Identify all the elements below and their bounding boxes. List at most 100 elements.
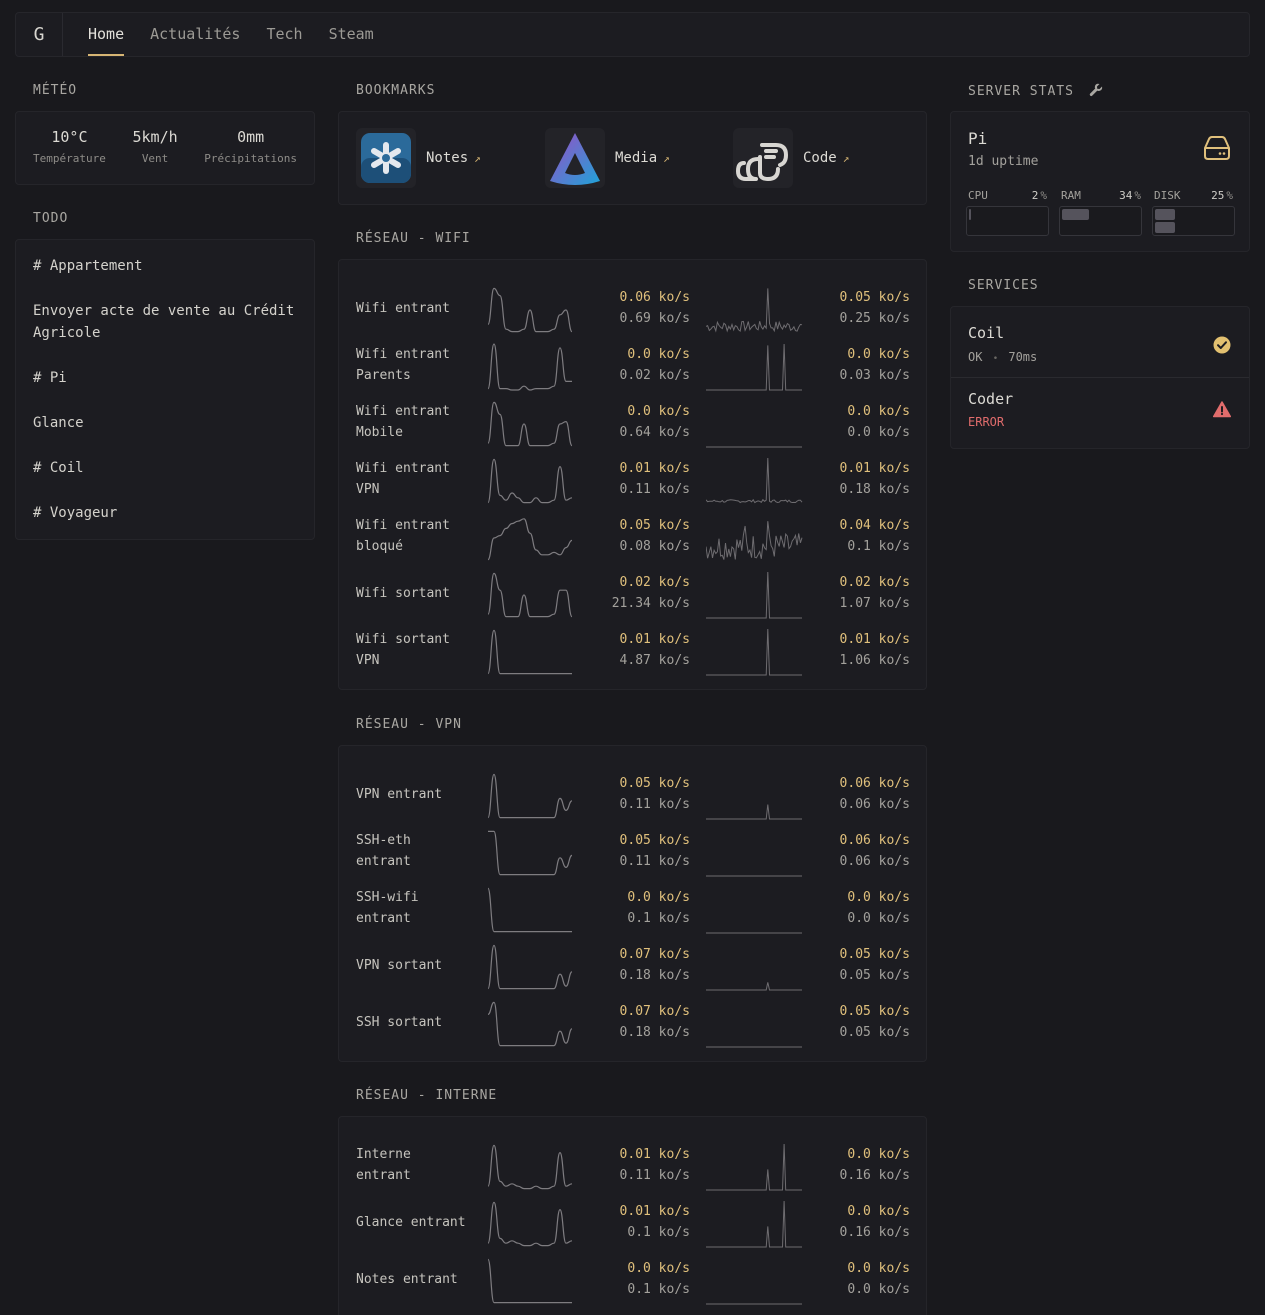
interface-name: Notes entrant	[356, 1272, 458, 1287]
tx-secondary-rate: 0.06 ko/s	[839, 797, 910, 812]
check-circle-icon	[1213, 336, 1231, 358]
tx-secondary-rate: 0.03 ko/s	[839, 368, 910, 383]
todo-line[interactable]: # Pi	[33, 367, 67, 389]
service-coil[interactable]: Coil OK • 70ms	[951, 307, 1249, 378]
service-coder[interactable]: Coder ERROR	[951, 378, 1249, 448]
rx-sparkline	[488, 458, 573, 504]
interface-label: Wifi sortant VPN	[356, 629, 450, 671]
network-row[interactable]: VPN sortant 0.07 ko/s 0.18 ko/s 0.05 ko/s 0.…	[339, 938, 927, 995]
network-row[interactable]: SSH sortant 0.07 ko/s 0.18 ko/s 0.05 ko/s 0.…	[339, 995, 927, 1052]
todo-line[interactable]: Glance	[33, 412, 84, 434]
network-row[interactable]: Glance entrant 0.01 ko/s 0.1 ko/s 0.0 ko/s 0…	[339, 1195, 927, 1252]
todo-card[interactable]: # Appartement Envoyer acte de vente au C…	[15, 239, 315, 540]
tx-sparkline-line	[706, 982, 802, 991]
interface-label: Glance entrant	[356, 1212, 466, 1233]
rx-current-rate: 0.02 ko/s	[619, 575, 690, 590]
rx-secondary-rate: 0.18 ko/s	[619, 1025, 690, 1040]
bookmark-media[interactable]: Media ↗	[545, 127, 670, 189]
server-stats-label: SERVER STATS	[968, 84, 1074, 99]
interface-label: Wifi entrant bloqué	[356, 515, 450, 557]
tx-current-rate: 0.0 ko/s	[847, 1204, 910, 1219]
network-row[interactable]: Notes entrant 0.0 ko/s 0.1 ko/s 0.0 ko/s 0.0…	[339, 1252, 927, 1309]
wrench-icon[interactable]	[1089, 83, 1103, 101]
bookmark-notes[interactable]: Notes ↗	[356, 127, 481, 189]
rx-sparkline	[488, 629, 572, 675]
tab-tech[interactable]: Tech	[266, 13, 302, 56]
services-card: Coil OK • 70ms Coder ERROR	[950, 306, 1250, 449]
rx-sparkline-line	[488, 343, 572, 391]
network-row[interactable]: Wifi sortant 0.02 ko/s 21.34 ko/s 0.02 ko/s…	[339, 566, 927, 623]
tx-sparkline-line	[706, 1200, 802, 1248]
service-status: OK	[968, 350, 983, 364]
rx-sparkline-line	[488, 1144, 573, 1190]
rx-current-rate: 0.0 ko/s	[627, 404, 690, 419]
tx-sparkline	[706, 875, 802, 877]
todo-line[interactable]: Envoyer acte de vente au Crédit	[33, 300, 294, 322]
rx-sparkline	[488, 1001, 573, 1047]
interface-name: Wifi entrant	[356, 518, 450, 533]
tx-sparkline	[706, 628, 802, 676]
interface-label: SSH-eth entrant	[356, 830, 411, 872]
network-row[interactable]: Wifi sortant VPN 0.01 ko/s 4.87 ko/s 0.01 ko…	[339, 623, 927, 680]
tx-current-rate: 0.06 ko/s	[839, 776, 910, 791]
rx-secondary-rate: 0.1 ko/s	[627, 1282, 690, 1297]
network-row[interactable]: SSH-wifi entrant 0.0 ko/s 0.1 ko/s 0.0 ko/s 0…	[339, 881, 927, 938]
temperature-value: 10°C	[51, 128, 88, 146]
interface-label: Notes entrant	[356, 1269, 458, 1290]
rx-current-rate: 0.05 ko/s	[619, 776, 690, 791]
tab-steam[interactable]: Steam	[329, 13, 374, 56]
network-row[interactable]: Wifi entrant bloqué 0.05 ko/s 0.08 ko/s 0.04…	[339, 509, 927, 566]
meteo-precipitation: 0mm Précipitations	[204, 128, 297, 165]
logo[interactable]: G	[16, 13, 63, 56]
network-row[interactable]: Wifi entrant Mobile 0.0 ko/s 0.64 ko/s 0.0 k…	[339, 395, 927, 452]
tx-sparkline	[706, 1143, 802, 1191]
rx-sparkline-line	[488, 629, 572, 675]
vpn-card: VPN entrant 0.05 ko/s 0.11 ko/s 0.06 ko/s 0.…	[338, 745, 927, 1062]
interface-name-sub: Parents	[356, 368, 411, 383]
interface-name-sub: entrant	[356, 911, 411, 926]
service-name: Coil	[968, 324, 1005, 342]
tx-secondary-rate: 0.05 ko/s	[839, 1025, 910, 1040]
tx-sparkline	[706, 1200, 802, 1248]
todo-line[interactable]: Agricole	[33, 322, 100, 344]
tx-current-rate: 0.02 ko/s	[839, 575, 910, 590]
interface-name: Interne	[356, 1147, 411, 1162]
wifi-title: RÉSEAU - WIFI	[356, 231, 471, 246]
meteo-wind: 5km/h Vent	[132, 128, 177, 165]
disk-percent: 25%	[1211, 189, 1233, 202]
rx-secondary-rate: 0.18 ko/s	[619, 968, 690, 983]
network-row[interactable]: VPN entrant 0.05 ko/s 0.11 ko/s 0.06 ko/s 0.…	[339, 767, 927, 824]
tab-home[interactable]: Home	[88, 13, 125, 56]
tx-current-rate: 0.01 ko/s	[839, 632, 910, 647]
rx-secondary-rate: 0.1 ko/s	[627, 1225, 690, 1240]
network-row[interactable]: SSH-eth entrant 0.05 ko/s 0.11 ko/s 0.06 ko/…	[339, 824, 927, 881]
rx-sparkline-line	[488, 401, 573, 447]
rx-secondary-rate: 0.11 ko/s	[619, 1168, 690, 1183]
disk-label: DISK	[1154, 189, 1181, 202]
ram-percent: 34%	[1119, 189, 1141, 202]
rx-sparkline-line	[488, 572, 573, 618]
todo-line[interactable]: # Coil	[33, 457, 84, 479]
todo-line[interactable]: # Appartement	[33, 255, 143, 277]
tx-sparkline	[706, 571, 802, 619]
bookmark-label: Media	[615, 150, 658, 166]
interface-name: SSH sortant	[356, 1015, 443, 1030]
rx-sparkline	[488, 572, 573, 618]
tx-secondary-rate: 0.16 ko/s	[839, 1168, 910, 1183]
rx-sparkline	[488, 343, 572, 391]
service-latency: 70ms	[1008, 350, 1038, 364]
rx-sparkline-line	[488, 287, 573, 333]
network-row[interactable]: Wifi entrant Parents 0.0 ko/s 0.02 ko/s 0.0 …	[339, 338, 927, 395]
tab-actualites[interactable]: Actualités	[150, 13, 240, 56]
network-row[interactable]: Wifi entrant 0.06 ko/s 0.69 ko/s 0.05 ko/s 0…	[339, 281, 927, 338]
network-row[interactable]: Wifi entrant VPN 0.01 ko/s 0.11 ko/s 0.01 ko…	[339, 452, 927, 509]
meteo-card: 10°C Température 5km/h Vent 0mm Précipit…	[15, 111, 315, 185]
bookmark-code[interactable]: Code ↗	[733, 127, 849, 189]
service-status: ERROR	[968, 415, 1005, 429]
network-row[interactable]: Interne entrant 0.01 ko/s 0.11 ko/s 0.0 ko/s…	[339, 1138, 927, 1195]
interface-label: SSH sortant	[356, 1012, 442, 1033]
interface-label: Interne entrant	[356, 1144, 411, 1186]
rx-current-rate: 0.06 ko/s	[619, 290, 690, 305]
precipitation-label: Précipitations	[204, 152, 297, 165]
todo-line[interactable]: # Voyageur	[33, 502, 117, 524]
